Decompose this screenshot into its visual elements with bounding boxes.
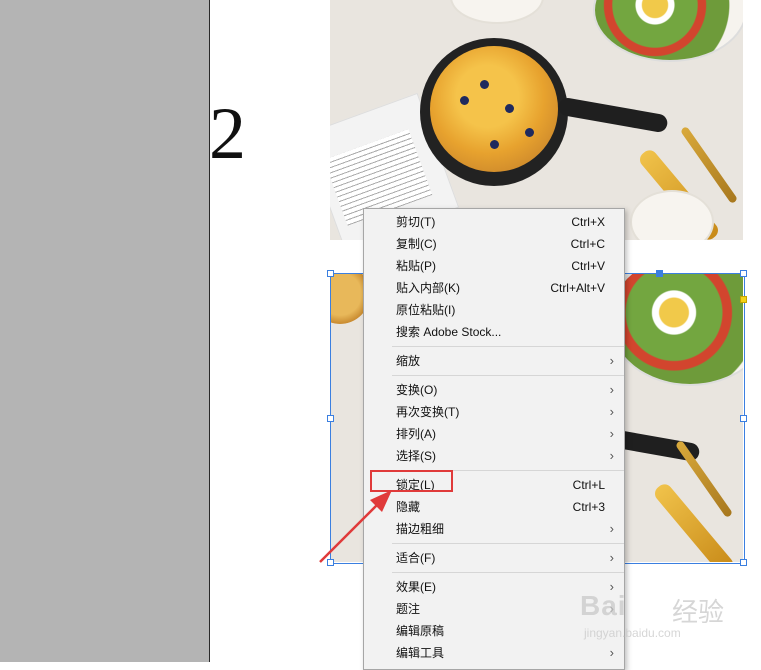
- corner-options-handle[interactable]: [740, 296, 747, 303]
- menu-item-select[interactable]: 选择(S) ›: [364, 445, 624, 467]
- menu-item-shortcut: Ctrl+L: [572, 478, 605, 492]
- berry-graphic: [490, 140, 499, 149]
- menu-separator: [392, 543, 624, 544]
- menu-item-zoom[interactable]: 缩放 ›: [364, 350, 624, 372]
- menu-separator: [392, 572, 624, 573]
- menu-item-label: 复制(C): [396, 237, 437, 251]
- menu-item-label: 编辑工具: [396, 646, 445, 660]
- chevron-right-icon: ›: [609, 426, 614, 441]
- resize-handle[interactable]: [740, 559, 747, 566]
- menu-item-transform[interactable]: 变换(O) ›: [364, 379, 624, 401]
- menu-item-paste[interactable]: 粘贴(P) Ctrl+V: [364, 255, 624, 277]
- watermark-url: jingyan.baidu.com: [584, 626, 681, 640]
- berry-graphic: [505, 104, 514, 113]
- menu-item-paste-into[interactable]: 贴入内部(K) Ctrl+Alt+V: [364, 277, 624, 299]
- menu-item-transform-again[interactable]: 再次变换(T) ›: [364, 401, 624, 423]
- menu-item-label: 缩放: [396, 354, 421, 368]
- annotation-arrow-icon: [319, 490, 392, 563]
- menu-item-label: 排列(A): [396, 427, 436, 441]
- menu-item-label: 编辑原稿: [396, 624, 445, 638]
- food-photo-top[interactable]: [330, 0, 743, 240]
- menu-separator: [392, 375, 624, 376]
- watermark-cn: 经验: [672, 597, 725, 627]
- chevron-right-icon: ›: [609, 404, 614, 419]
- resize-handle[interactable]: [656, 270, 663, 277]
- resize-handle[interactable]: [327, 270, 334, 277]
- resize-handle[interactable]: [740, 415, 747, 422]
- menu-item-shortcut: Ctrl+Alt+V: [550, 281, 605, 295]
- menu-item-search-adobe-stock[interactable]: 搜索 Adobe Stock...: [364, 321, 624, 343]
- berry-graphic: [525, 128, 534, 137]
- menu-item-label: 贴入内部(K): [396, 281, 460, 295]
- menu-item-shortcut: Ctrl+X: [571, 215, 605, 229]
- menu-item-shortcut: Ctrl+V: [571, 259, 605, 273]
- bowl-graphic: [450, 0, 544, 24]
- pancake-graphic: [430, 46, 558, 172]
- menu-item-arrange[interactable]: 排列(A) ›: [364, 423, 624, 445]
- menu-item-copy[interactable]: 复制(C) Ctrl+C: [364, 233, 624, 255]
- menu-item-label: 效果(E): [396, 580, 436, 594]
- skillet-handle-graphic: [557, 96, 669, 134]
- baidu-jingyan-watermark: Bai 经验 jingyan.baidu.com: [580, 590, 750, 650]
- menu-item-label: 变换(O): [396, 383, 438, 397]
- watermark-brand: Bai: [580, 590, 627, 621]
- menu-item-label: 粘贴(P): [396, 259, 436, 273]
- resize-handle[interactable]: [740, 270, 747, 277]
- chevron-right-icon: ›: [609, 382, 614, 397]
- chevron-right-icon: ›: [609, 521, 614, 536]
- menu-item-cut[interactable]: 剪切(T) Ctrl+X: [364, 211, 624, 233]
- menu-item-label: 再次变换(T): [396, 405, 460, 419]
- knife-graphic: [651, 481, 737, 562]
- chevron-right-icon: ›: [609, 448, 614, 463]
- resize-handle[interactable]: [327, 415, 334, 422]
- menu-item-shortcut: Ctrl+C: [570, 237, 605, 251]
- menu-item-label: 题注: [396, 602, 421, 616]
- menu-separator: [392, 346, 624, 347]
- bowl-graphic: [630, 190, 714, 240]
- menu-item-label: 原位粘贴(I): [396, 303, 456, 317]
- page-number: 2: [209, 93, 246, 175]
- menu-item-label: 选择(S): [396, 449, 436, 463]
- menu-item-paste-in-place[interactable]: 原位粘贴(I): [364, 299, 624, 321]
- menu-item-shortcut: Ctrl+3: [572, 500, 605, 514]
- menu-item-label: 剪切(T): [396, 215, 436, 229]
- chevron-right-icon: ›: [609, 550, 614, 565]
- salad-plate-graphic: [610, 274, 743, 384]
- berry-graphic: [480, 80, 489, 89]
- menu-item-label: 搜索 Adobe Stock...: [396, 325, 502, 339]
- pasteboard: [0, 0, 209, 662]
- salad-plate-graphic: [595, 0, 743, 60]
- chevron-right-icon: ›: [609, 353, 614, 368]
- berry-graphic: [460, 96, 469, 105]
